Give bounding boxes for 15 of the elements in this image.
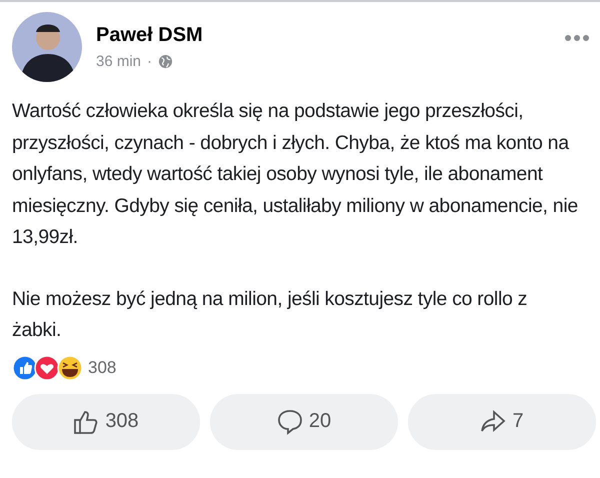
comment-icon bbox=[276, 408, 303, 434]
separator: · bbox=[147, 53, 152, 70]
more-options-icon[interactable] bbox=[564, 34, 590, 42]
post-time[interactable]: 36 min bbox=[96, 53, 142, 70]
thumbs-up-icon bbox=[73, 408, 100, 434]
globe-icon bbox=[158, 54, 174, 69]
post-text: Nie możesz być jedną na milion, jeśli kosztujesz tyle co rollo z żabki. bbox=[12, 286, 528, 343]
author-name[interactable]: Paweł DSM bbox=[96, 24, 550, 47]
share-button[interactable]: 7 bbox=[408, 394, 596, 450]
comment-button[interactable]: 20 bbox=[210, 394, 398, 450]
like-button[interactable]: 308 bbox=[12, 394, 200, 450]
share-icon bbox=[480, 408, 506, 434]
post-text: Wartość człowieka określa się na podstawie jego przeszłości, przyszłości, czynach - dobrych i złych. Chyba, że ktoś ma konto na onlyfans, wtedy wartość takiej osoby wynosi tyle, ile abonament miesięczny. Gdyby się ceniła, ustaliłaby miliony w abonamencie, nie 13,99zł. bbox=[12, 99, 579, 250]
reaction-count[interactable]: 308 bbox=[88, 358, 116, 378]
reaction-icons bbox=[12, 354, 84, 380]
